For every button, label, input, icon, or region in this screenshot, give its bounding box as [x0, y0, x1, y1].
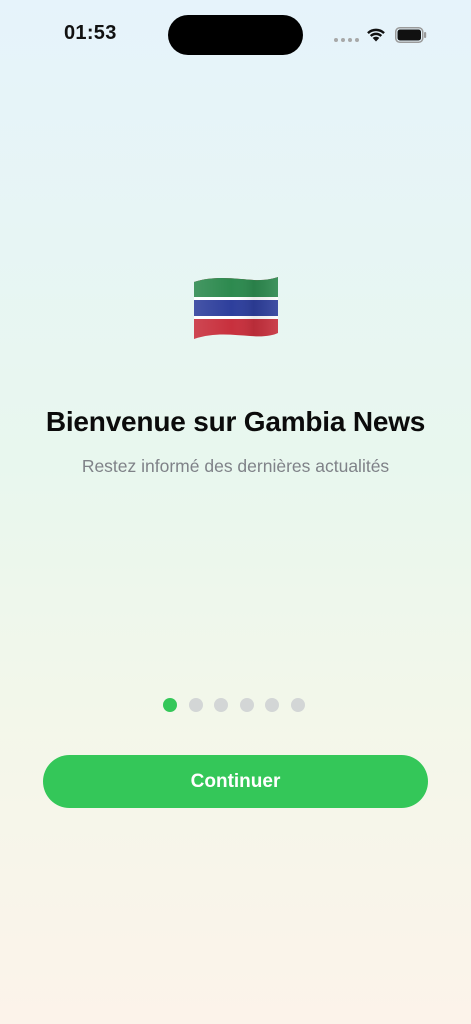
battery-icon	[395, 27, 427, 43]
page-dot[interactable]	[163, 698, 177, 712]
page-dot[interactable]	[214, 698, 228, 712]
page-dot[interactable]	[239, 698, 254, 712]
status-bar: 01:53	[0, 0, 471, 70]
wifi-icon	[367, 28, 385, 42]
welcome-title: Bienvenue sur Gambia News	[45, 406, 426, 437]
cellular-signal-icon	[334, 38, 359, 42]
page-dot[interactable]	[290, 698, 305, 712]
gambia-flag-icon	[194, 277, 278, 339]
continue-button[interactable]: Continuer	[43, 755, 428, 808]
welcome-subtitle: Restez informé des dernières actualités	[81, 456, 390, 476]
page-dot[interactable]	[265, 698, 279, 712]
dynamic-island	[168, 15, 303, 55]
page-dot[interactable]	[188, 698, 203, 712]
page-indicator[interactable]	[163, 698, 305, 712]
status-time: 01:53	[64, 22, 117, 44]
